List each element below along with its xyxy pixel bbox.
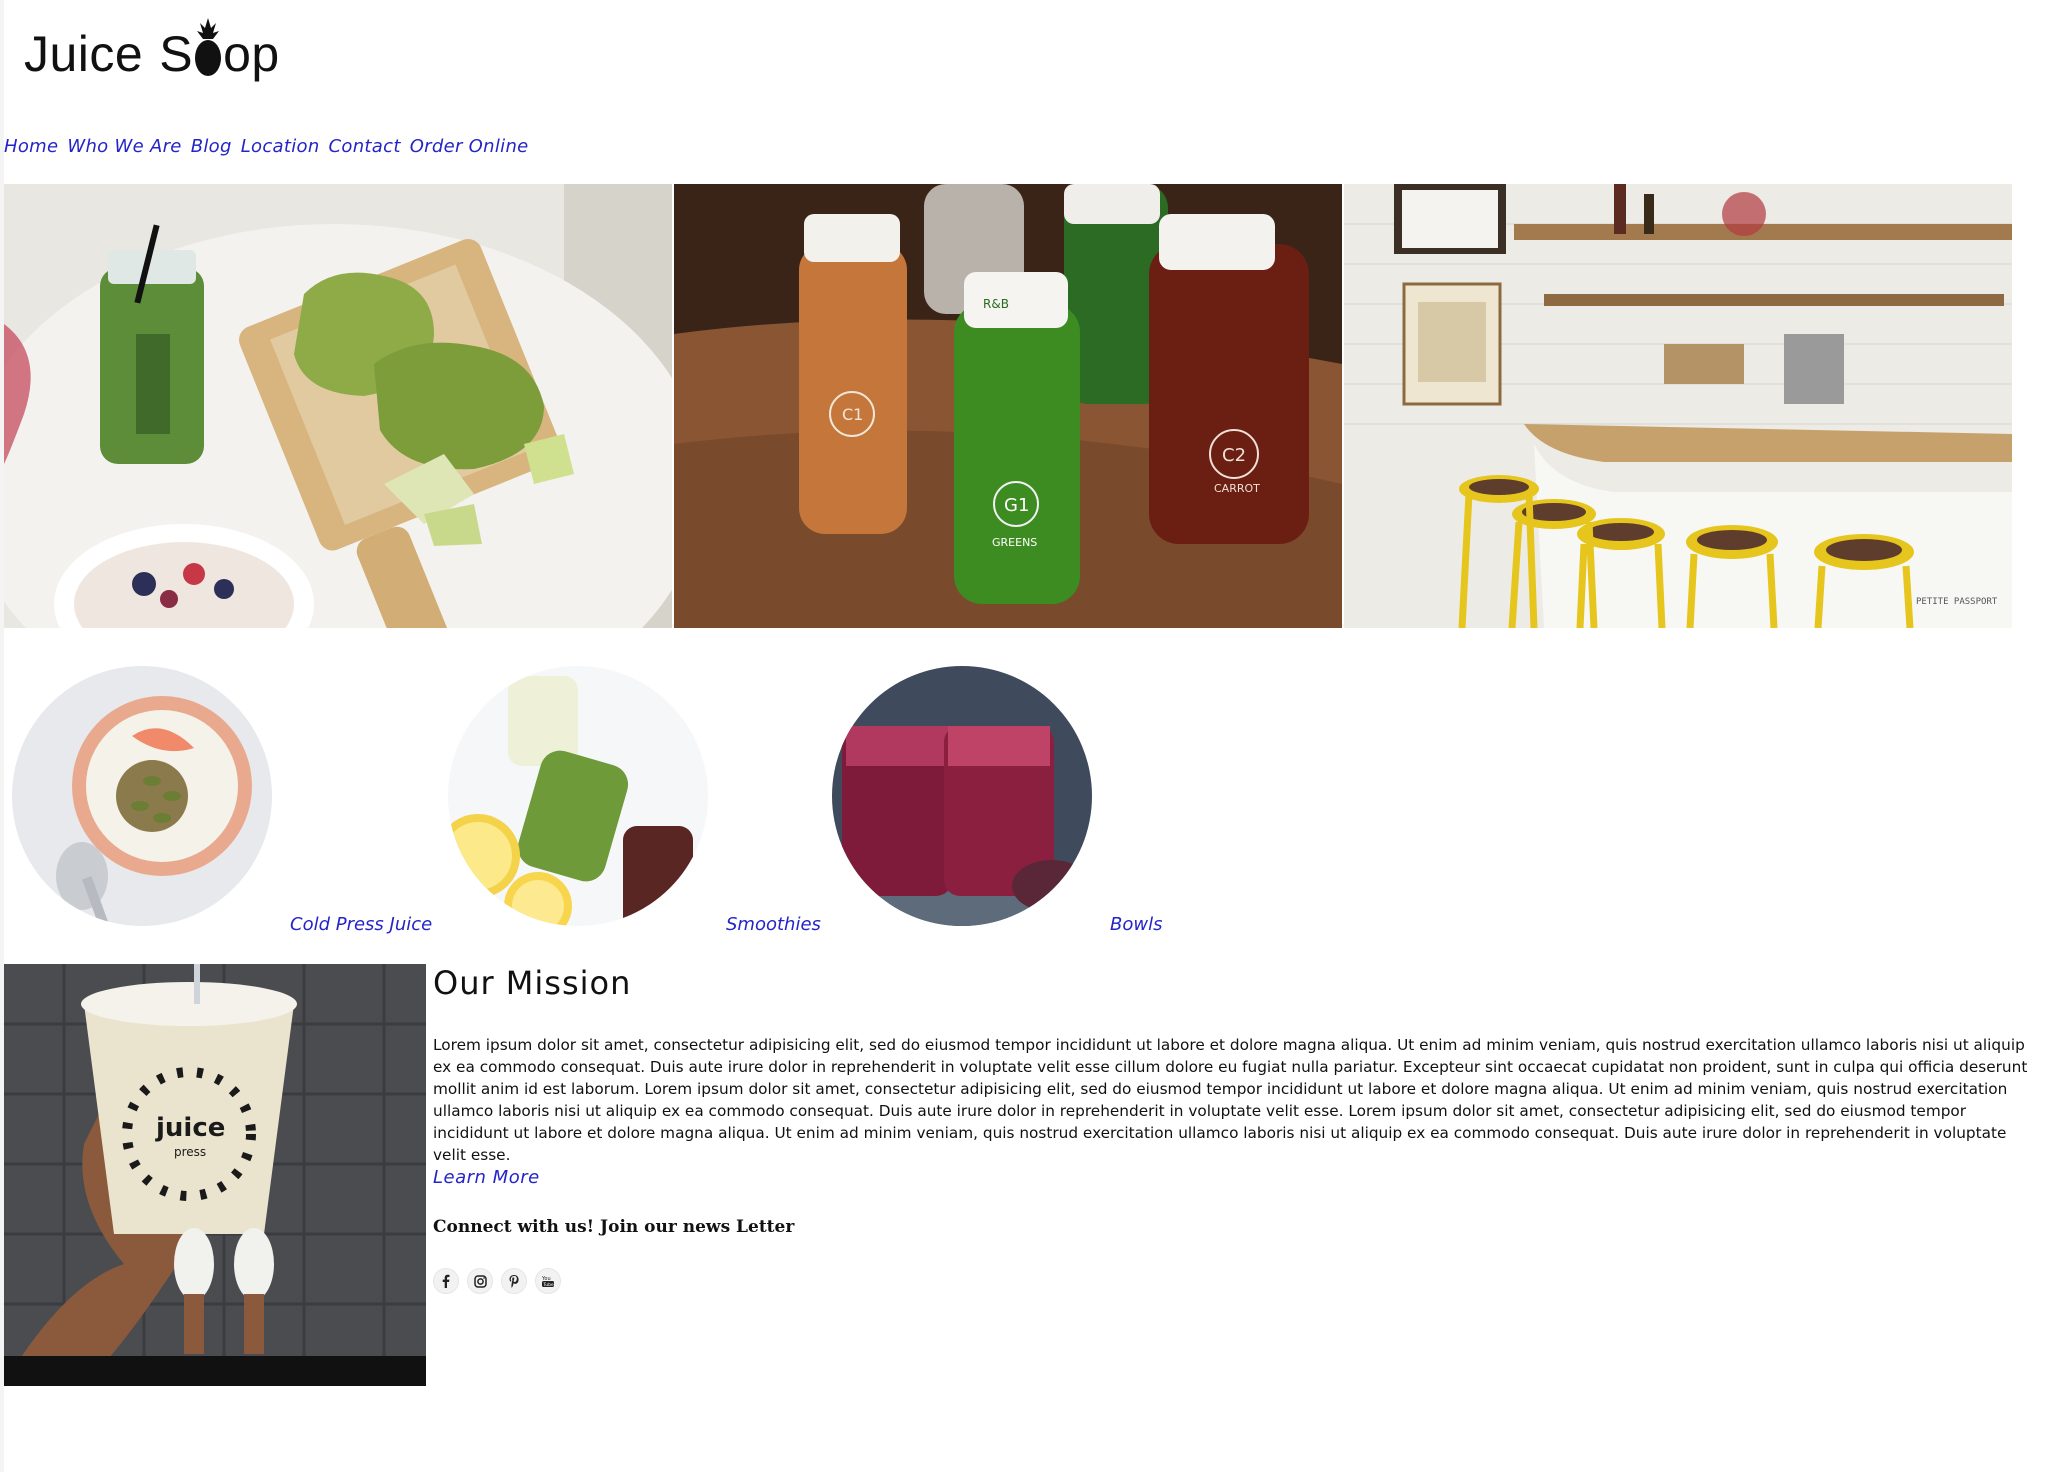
bottle-label-c2: C2 — [1222, 445, 1246, 466]
main-nav: Home Who We Are Blog Location Contact Or… — [4, 136, 529, 157]
brand-logo[interactable]: Juice S op — [24, 18, 280, 90]
cup-brand-juice: juice — [155, 1113, 225, 1143]
category-image-bowls[interactable] — [12, 666, 272, 926]
nav-who-we-are[interactable]: Who We Are — [67, 136, 181, 157]
hero-image-cafe-counter: PETITE PASSPORT — [1344, 184, 2012, 628]
bottle-label-c1: C1 — [842, 405, 863, 424]
social-links: You Tube — [433, 1268, 561, 1294]
bottle-label-g1: G1 — [1004, 495, 1029, 516]
hero-image-avocado-toast — [4, 184, 672, 628]
mission-image-juice-press-cup: juice press — [4, 964, 426, 1386]
category-image-cold-press-juice[interactable] — [448, 666, 708, 926]
nav-location[interactable]: Location — [241, 136, 320, 157]
category-link-cold-press-juice[interactable]: Cold Press Juice — [290, 914, 432, 935]
mission-body-text: Lorem ipsum dolor sit amet, consectetur … — [433, 1036, 2028, 1164]
hero-image-juice-bottles: C1 G1 GREENS C2 CARROT R&B — [674, 184, 1342, 628]
bottle-label-carrot: CARROT — [1214, 482, 1260, 495]
cafe-watermark: PETITE PASSPORT — [1916, 597, 1998, 607]
facebook-icon[interactable] — [433, 1268, 459, 1294]
youtube-icon[interactable]: You Tube — [535, 1268, 561, 1294]
nav-contact[interactable]: Contact — [329, 136, 401, 157]
cap-label: R&B — [983, 297, 1009, 311]
learn-more-link[interactable]: Learn More — [433, 1167, 540, 1188]
nav-blog[interactable]: Blog — [191, 136, 232, 157]
mission-title: Our Mission — [433, 964, 632, 1002]
cup-brand-press: press — [174, 1145, 206, 1159]
logo-text-op: op — [223, 26, 280, 82]
logo-letter-s: S — [159, 26, 194, 82]
nav-home[interactable]: Home — [4, 136, 58, 157]
logo-text-shop: S op — [159, 18, 280, 86]
bottle-label-greens: GREENS — [992, 536, 1037, 549]
logo-text-juice: Juice — [24, 26, 144, 82]
pinterest-icon[interactable] — [501, 1268, 527, 1294]
newsletter-heading: Connect with us! Join our news Letter — [433, 1217, 795, 1237]
nav-order-online[interactable]: Order Online — [410, 136, 529, 157]
svg-text:Tube: Tube — [542, 1282, 554, 1288]
category-link-smoothies[interactable]: Smoothies — [726, 914, 821, 935]
pineapple-icon — [195, 18, 222, 76]
instagram-icon[interactable] — [467, 1268, 493, 1294]
category-image-smoothies[interactable] — [832, 666, 1092, 926]
category-link-bowls[interactable]: Bowls — [1110, 914, 1162, 935]
